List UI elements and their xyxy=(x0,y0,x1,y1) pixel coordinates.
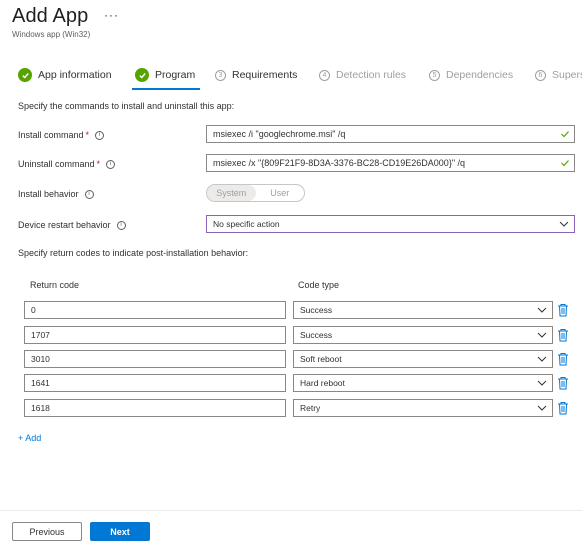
step-supersedence[interactable]: 6 Supers xyxy=(535,67,582,83)
return-code-input[interactable]: 1641 xyxy=(24,374,286,392)
uninstall-command-input[interactable]: msiexec /x "{809F21F9-8D3A-3376-BC28-CD1… xyxy=(206,154,575,172)
step-number: 5 xyxy=(429,69,440,81)
more-options-button[interactable]: ··· xyxy=(104,8,119,22)
chevron-down-icon xyxy=(537,332,547,338)
code-type-dropdown[interactable]: Retry xyxy=(293,399,553,417)
install-command-label: Install command * i xyxy=(18,130,105,141)
valid-check-icon xyxy=(561,131,569,138)
uninstall-command-value: msiexec /x "{809F21F9-8D3A-3376-BC28-CD1… xyxy=(213,158,466,168)
column-header-return-code: Return code xyxy=(30,280,80,290)
step-dependencies[interactable]: 5 Dependencies xyxy=(429,67,513,83)
device-restart-value: No specific action xyxy=(213,219,280,229)
page-subtitle: Windows app (Win32) xyxy=(12,30,91,39)
uninstall-command-label: Uninstall command * i xyxy=(18,159,116,170)
step-detection-rules[interactable]: 4 Detection rules xyxy=(319,67,406,83)
step-app-information[interactable]: App information xyxy=(18,67,112,83)
trash-icon[interactable] xyxy=(557,303,569,317)
step-number: 3 xyxy=(215,69,226,81)
install-behavior-label: Install behavior i xyxy=(18,189,94,200)
check-circle-icon xyxy=(18,68,32,82)
code-type-dropdown[interactable]: Soft reboot xyxy=(293,350,553,368)
next-button[interactable]: Next xyxy=(90,522,150,541)
chevron-down-icon xyxy=(559,221,569,227)
install-command-input[interactable]: msiexec /i "googlechrome.msi" /q xyxy=(206,125,575,143)
return-code-input[interactable]: 0 xyxy=(24,301,286,319)
trash-icon[interactable] xyxy=(557,352,569,366)
install-command-value: msiexec /i "googlechrome.msi" /q xyxy=(213,129,346,139)
return-codes-intro: Specify return codes to indicate post-in… xyxy=(18,248,249,258)
step-requirements[interactable]: 3 Requirements xyxy=(215,67,297,83)
return-code-input[interactable]: 1707 xyxy=(24,326,286,344)
info-icon[interactable]: i xyxy=(116,221,126,231)
trash-icon[interactable] xyxy=(557,328,569,342)
chevron-down-icon xyxy=(537,405,547,411)
required-marker: * xyxy=(85,130,90,140)
page-title: Add App xyxy=(12,5,89,27)
return-code-input[interactable]: 1618 xyxy=(24,399,286,417)
code-type-dropdown[interactable]: Hard reboot xyxy=(293,374,553,392)
valid-check-icon xyxy=(561,160,569,167)
step-number: 6 xyxy=(535,69,546,81)
code-type-dropdown[interactable]: Success xyxy=(293,301,553,319)
info-icon[interactable]: i xyxy=(106,160,116,170)
step-label: Detection rules xyxy=(336,69,407,81)
column-header-code-type: Code type xyxy=(298,280,340,290)
add-return-code-link[interactable]: + Add xyxy=(18,433,41,443)
step-label: Program xyxy=(155,69,196,81)
step-number: 4 xyxy=(319,69,330,81)
trash-icon[interactable] xyxy=(557,401,569,415)
toggle-option-system[interactable]: System xyxy=(207,185,256,201)
chevron-down-icon xyxy=(537,380,547,386)
footer-divider xyxy=(0,510,582,511)
step-label: Supers xyxy=(552,69,582,81)
info-icon[interactable]: i xyxy=(95,131,105,141)
step-label: App information xyxy=(38,69,112,81)
install-behavior-toggle[interactable]: System User xyxy=(206,184,305,202)
active-step-indicator xyxy=(132,88,200,90)
toggle-option-user[interactable]: User xyxy=(256,185,305,201)
check-circle-icon xyxy=(135,68,149,82)
trash-icon[interactable] xyxy=(557,376,569,390)
step-program[interactable]: Program xyxy=(135,67,195,83)
device-restart-label: Device restart behavior i xyxy=(18,220,126,231)
required-marker: * xyxy=(96,159,101,169)
chevron-down-icon xyxy=(537,307,547,313)
device-restart-dropdown[interactable]: No specific action xyxy=(206,215,575,233)
commands-intro: Specify the commands to install and unin… xyxy=(18,101,235,111)
step-label: Dependencies xyxy=(446,69,514,81)
previous-button[interactable]: Previous xyxy=(12,522,82,541)
chevron-down-icon xyxy=(537,356,547,362)
info-icon[interactable]: i xyxy=(84,190,94,200)
code-type-dropdown[interactable]: Success xyxy=(293,326,553,344)
return-code-input[interactable]: 3010 xyxy=(24,350,286,368)
step-label: Requirements xyxy=(232,69,298,81)
